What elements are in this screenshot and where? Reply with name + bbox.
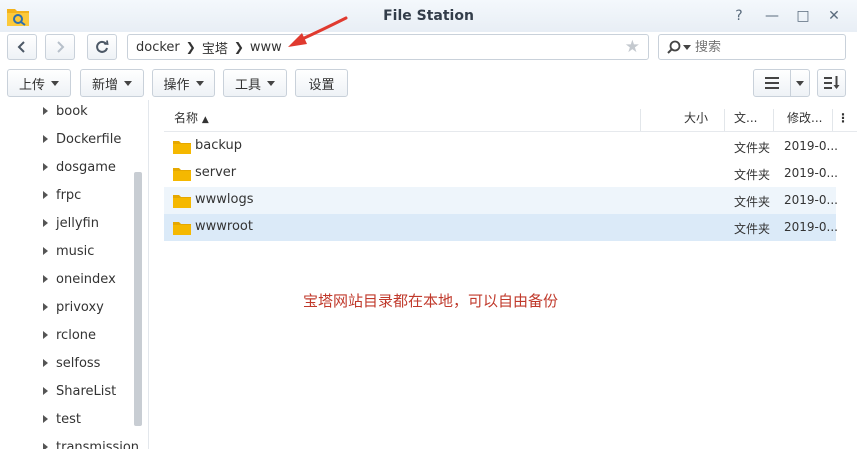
file-row-backup[interactable]: backup 文件夹 2019-0...	[164, 133, 838, 160]
search-dropdown-icon[interactable]	[683, 44, 691, 50]
action-button[interactable]: 操作	[152, 69, 215, 97]
tree-item-rclone[interactable]: rclone	[0, 321, 134, 349]
tree-item-book[interactable]: book	[0, 100, 134, 125]
close-icon[interactable]: ✕	[825, 7, 843, 25]
column-size[interactable]: 大小	[684, 105, 708, 132]
toolbar: 上传 新增 操作 工具 设置	[0, 68, 857, 98]
expand-arrow-icon[interactable]	[43, 415, 48, 423]
breadcrumb-www[interactable]: www	[250, 40, 282, 55]
window-title: File Station	[383, 8, 474, 24]
expand-arrow-icon[interactable]	[43, 359, 48, 367]
back-button[interactable]	[7, 34, 37, 60]
sort-icon	[823, 76, 839, 89]
chevron-down-icon	[796, 80, 804, 86]
expand-arrow-icon[interactable]	[43, 247, 48, 255]
settings-button[interactable]: 设置	[295, 69, 348, 97]
help-icon[interactable]: ?	[730, 7, 748, 25]
title-bar: File Station ? — □ ✕	[0, 0, 857, 32]
favorite-star-icon[interactable]: ★	[625, 37, 640, 57]
tree-item-oneindex[interactable]: oneindex	[0, 265, 134, 293]
minimize-icon[interactable]: —	[763, 7, 781, 25]
column-divider[interactable]	[773, 109, 774, 131]
tree-item-frpc[interactable]: frpc	[0, 181, 134, 209]
folder-tree: book Dockerfile dosgame frpc jellyfin mu…	[0, 100, 148, 449]
file-list: 名称 ▲ 大小 文... 修改... ⋮ backup 文件夹 2019-0..…	[164, 105, 857, 449]
view-list-button[interactable]	[753, 69, 791, 97]
search-icon	[667, 40, 681, 54]
forward-button[interactable]	[45, 34, 75, 60]
chevron-down-icon	[51, 80, 59, 86]
create-button[interactable]: 新增	[80, 69, 144, 97]
tree-item-transmission[interactable]: transmission	[0, 433, 139, 449]
maximize-icon[interactable]: □	[794, 7, 812, 25]
tree-item-dosgame[interactable]: dosgame	[0, 153, 134, 181]
column-divider[interactable]	[832, 109, 833, 131]
column-type[interactable]: 文...	[734, 105, 757, 132]
tree-item-dockerfile[interactable]: Dockerfile	[0, 125, 134, 153]
breadcrumb-separator-icon: ❯	[233, 40, 244, 54]
expand-arrow-icon[interactable]	[43, 107, 48, 115]
breadcrumb-baota[interactable]: 宝塔	[202, 38, 228, 57]
folder-icon	[173, 168, 191, 181]
expand-arrow-icon[interactable]	[43, 275, 48, 283]
expand-arrow-icon[interactable]	[43, 443, 48, 449]
search-box[interactable]	[658, 34, 846, 60]
expand-arrow-icon[interactable]	[43, 331, 48, 339]
breadcrumb-docker[interactable]: docker	[136, 40, 180, 55]
tree-item-sharelist[interactable]: ShareList	[0, 377, 134, 405]
column-divider[interactable]	[640, 109, 641, 131]
upload-button[interactable]: 上传	[7, 69, 71, 97]
chevron-left-icon	[17, 41, 25, 53]
panel-divider[interactable]	[148, 100, 149, 449]
expand-arrow-icon[interactable]	[43, 163, 48, 171]
sort-button[interactable]	[817, 69, 846, 97]
chevron-down-icon	[267, 80, 275, 86]
chevron-right-icon	[57, 41, 65, 53]
tree-item-test[interactable]: test	[0, 405, 134, 433]
annotation-text: 宝塔网站目录都在本地，可以自由备份	[303, 292, 559, 310]
folder-icon	[173, 141, 191, 154]
tools-button[interactable]: 工具	[223, 69, 287, 97]
refresh-icon	[96, 40, 109, 53]
folder-icon	[173, 195, 191, 208]
tree-item-selfoss[interactable]: selfoss	[0, 349, 134, 377]
file-row-wwwroot[interactable]: wwwroot 文件夹 2019-0...	[164, 214, 838, 241]
chevron-down-icon	[124, 80, 132, 86]
breadcrumb-separator-icon: ❯	[185, 40, 196, 54]
chevron-down-icon	[195, 80, 204, 86]
file-row-wwwlogs[interactable]: wwwlogs 文件夹 2019-0...	[164, 187, 838, 214]
list-view-icon	[765, 77, 779, 89]
column-divider[interactable]	[724, 109, 725, 131]
expand-arrow-icon[interactable]	[43, 135, 48, 143]
list-header: 名称 ▲ 大小 文... 修改... ⋮	[164, 105, 857, 132]
tree-item-music[interactable]: music	[0, 237, 134, 265]
column-name[interactable]: 名称 ▲	[174, 105, 209, 132]
tree-item-privoxy[interactable]: privoxy	[0, 293, 134, 321]
expand-arrow-icon[interactable]	[43, 191, 48, 199]
refresh-button[interactable]	[87, 34, 117, 60]
path-bar[interactable]: docker ❯ 宝塔 ❯ www ★	[127, 34, 649, 60]
sort-asc-icon: ▲	[201, 115, 209, 125]
column-options-icon[interactable]: ⋮	[837, 105, 849, 132]
search-input[interactable]	[695, 39, 825, 55]
tree-scrollbar[interactable]	[134, 172, 142, 426]
view-mode-dropdown[interactable]	[790, 69, 810, 97]
tree-item-jellyfin[interactable]: jellyfin	[0, 209, 134, 237]
folder-icon	[173, 222, 191, 235]
expand-arrow-icon[interactable]	[43, 219, 48, 227]
navigation-bar: docker ❯ 宝塔 ❯ www ★	[0, 32, 857, 66]
column-modified[interactable]: 修改...	[787, 105, 822, 132]
file-row-server[interactable]: server 文件夹 2019-0...	[164, 160, 838, 187]
expand-arrow-icon[interactable]	[43, 387, 48, 395]
expand-arrow-icon[interactable]	[43, 303, 48, 311]
